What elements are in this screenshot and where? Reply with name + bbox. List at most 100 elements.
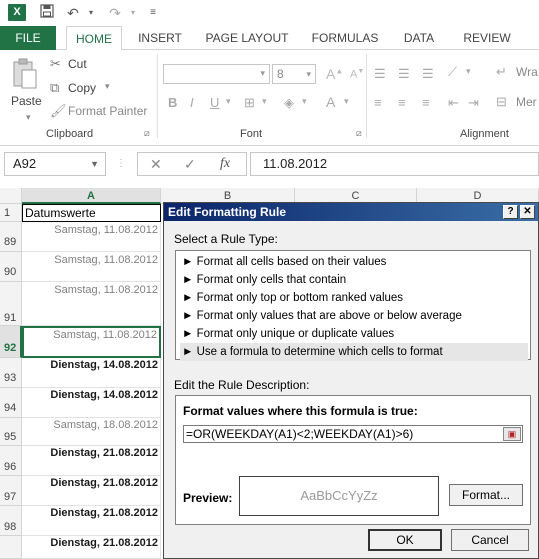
merge-center-icon[interactable]: ⊟ [496,94,507,110]
rule-type-item[interactable]: ► Format only unique or duplicate values [180,325,528,343]
rule-type-item[interactable]: ► Format only cells that contain [180,271,528,289]
tab-data[interactable]: DATA [394,26,444,50]
row-header[interactable]: 97 [0,476,22,506]
row-header[interactable]: 1 [0,204,22,222]
table-cell[interactable]: Dienstag, 14.08.2012 [22,388,161,418]
formula-input[interactable]: 11.08.2012 [250,152,539,176]
cell-a1[interactable]: Datumswerte [22,204,161,222]
increase-indent-icon[interactable]: ⇥ [468,95,479,111]
paste-button[interactable]: Paste [11,94,42,108]
close-button[interactable]: ✕ [520,205,535,219]
row-header[interactable]: 91 [0,282,22,326]
row-header[interactable]: 89 [0,222,22,252]
paste-icon[interactable] [12,58,38,93]
undo-icon[interactable]: ↶ [64,4,82,22]
row-header[interactable]: 94 [0,388,22,418]
customize-quick-access-icon[interactable]: ≡ [144,4,162,22]
help-button[interactable]: ? [503,205,518,219]
underline-dropdown-icon[interactable]: ▾ [226,96,231,107]
italic-icon[interactable]: I [190,95,194,110]
name-box[interactable]: A92 ▼ [4,152,106,176]
tab-review[interactable]: REVIEW [454,26,520,50]
copy-button[interactable]: Copy [68,81,96,95]
wrap-text-button[interactable]: Wra [516,65,538,79]
font-launcher-icon[interactable]: ⧄ [356,128,362,139]
resize-handle-icon[interactable]: ⋮ [116,158,126,169]
underline-icon[interactable]: U [210,95,219,110]
align-middle-icon[interactable]: ☰ [398,66,410,82]
clipboard-launcher-icon[interactable]: ⧄ [144,128,150,139]
rule-type-item-selected[interactable]: ► Use a formula to determine which cells… [180,343,528,361]
tab-page-layout[interactable]: PAGE LAYOUT [198,26,296,50]
align-bottom-icon[interactable]: ☰ [422,66,434,82]
row-header[interactable]: 92 [0,326,22,358]
format-painter-button[interactable]: Format Painter [68,104,147,118]
font-color-dropdown-icon[interactable]: ▾ [344,96,349,107]
table-cell[interactable]: Dienstag, 21.08.2012 [22,536,161,559]
decrease-font-icon[interactable]: A▼ [350,68,364,81]
save-icon[interactable] [38,4,56,22]
row-header[interactable]: 96 [0,446,22,476]
row-header[interactable] [0,536,22,559]
redo-icon[interactable]: ↷ [106,4,124,22]
rule-type-item[interactable]: ► Format only top or bottom ranked value… [180,289,528,307]
font-color-icon[interactable]: A [326,94,335,110]
bold-icon[interactable]: B [168,95,177,110]
borders-icon[interactable]: ⊞ [244,95,255,111]
ok-button[interactable]: OK [368,529,442,551]
row-header[interactable]: 95 [0,418,22,446]
table-cell[interactable]: Samstag, 11.08.2012 [22,222,161,252]
table-cell[interactable]: Dienstag, 21.08.2012 [22,476,161,506]
table-cell[interactable]: Samstag, 18.08.2012 [22,418,161,446]
font-size-select[interactable]: 8 ▾ [272,64,316,84]
wrap-text-icon[interactable]: ↵ [496,64,507,80]
column-header-a[interactable]: A [22,188,161,204]
table-cell[interactable]: Dienstag, 14.08.2012 [22,358,161,388]
redo-dropdown-icon[interactable]: ▾ [124,4,142,22]
rule-type-list[interactable]: ► Format all cells based on their values… [175,250,531,361]
name-box-dropdown-icon[interactable]: ▼ [90,153,99,175]
format-button[interactable]: Format... [449,484,523,506]
table-cell[interactable]: Samstag, 11.08.2012 [22,252,161,282]
table-cell[interactable]: Dienstag, 21.08.2012 [22,446,161,476]
font-name-select[interactable]: ▾ [163,64,270,84]
insert-function-icon[interactable]: fx [220,156,230,172]
select-all-corner[interactable] [0,188,22,204]
cancel-entry-icon[interactable]: ✕ [150,156,162,173]
active-cell[interactable]: Samstag, 11.08.2012 [22,326,161,358]
increase-font-icon[interactable]: A▲ [326,66,343,82]
paste-dropdown-icon[interactable]: ▾ [26,112,31,123]
table-cell[interactable]: Dienstag, 21.08.2012 [22,506,161,536]
row-header[interactable]: 98 [0,506,22,536]
merge-center-button[interactable]: Mer [516,95,537,109]
undo-dropdown-icon[interactable]: ▾ [82,4,100,22]
cut-button[interactable]: Cut [68,57,87,71]
font-size-dropdown-icon[interactable]: ▾ [306,65,311,83]
fill-color-icon[interactable]: ◈ [284,95,294,111]
tab-file[interactable]: FILE [0,26,56,50]
tab-home[interactable]: HOME [66,26,122,51]
row-header[interactable]: 93 [0,358,22,388]
tab-formulas[interactable]: FORMULAS [306,26,384,50]
align-center-icon[interactable]: ≡ [398,95,406,110]
collapse-dialog-icon[interactable]: ▣ [503,427,521,441]
rule-type-item[interactable]: ► Format only values that are above or b… [180,307,528,325]
rule-type-item[interactable]: ► Format all cells based on their values [180,253,528,271]
align-left-icon[interactable]: ≡ [374,95,382,110]
tab-insert[interactable]: INSERT [130,26,190,50]
decrease-indent-icon[interactable]: ⇤ [448,95,459,111]
font-name-dropdown-icon[interactable]: ▾ [260,68,265,79]
dialog-title[interactable]: Edit Formatting Rule [164,203,538,221]
cancel-button[interactable]: Cancel [451,529,529,551]
enter-entry-icon[interactable]: ✓ [184,156,196,173]
row-header[interactable]: 90 [0,252,22,282]
align-right-icon[interactable]: ≡ [422,95,430,110]
copy-dropdown-icon[interactable]: ▾ [105,81,110,92]
borders-dropdown-icon[interactable]: ▾ [262,96,267,107]
table-cell[interactable]: Samstag, 11.08.2012 [22,282,161,326]
orientation-dropdown-icon[interactable]: ▾ [466,66,471,77]
fill-color-dropdown-icon[interactable]: ▾ [302,96,307,107]
formula-field[interactable]: =OR(WEEKDAY(A1)<2;WEEKDAY(A1)>6) ▣ [183,425,523,443]
align-top-icon[interactable]: ☰ [374,66,386,82]
orientation-icon[interactable]: ⟋ [448,64,457,80]
